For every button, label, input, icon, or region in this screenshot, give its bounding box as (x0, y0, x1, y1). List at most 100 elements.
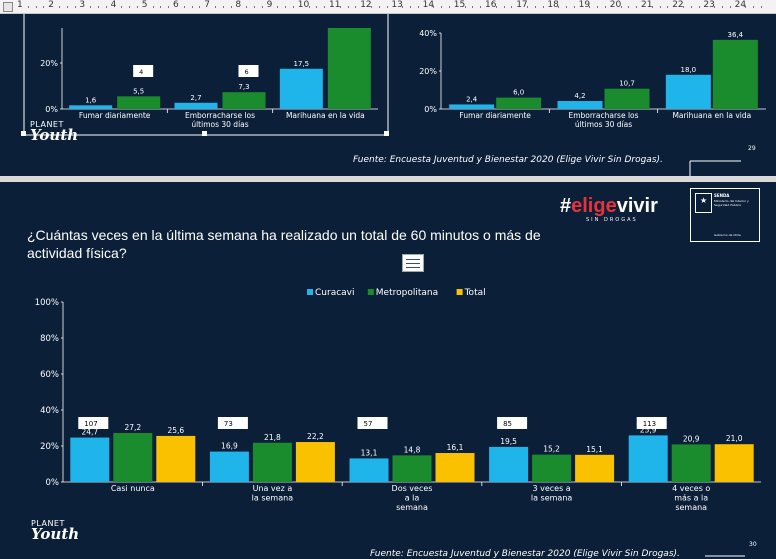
bar (209, 451, 249, 482)
ruler-tick (121, 6, 123, 8)
elige-vivir-logo: #eligevivir (560, 195, 658, 218)
bar (449, 104, 495, 109)
ruler-tick (129, 6, 131, 8)
bar (557, 101, 603, 109)
ruler-number: 16 (485, 0, 497, 10)
ruler-number: 14 (422, 0, 435, 10)
ruler-tick (43, 6, 45, 8)
y-tick-label: 20% (40, 442, 59, 452)
ruler-number: 6 (173, 0, 179, 10)
y-tick-label: 0% (45, 105, 58, 114)
gov-subtitle: Ministerio del Interior y Seguridad Públ… (714, 199, 749, 207)
bar (70, 437, 110, 482)
selection-handle (384, 131, 389, 136)
legend-swatch (307, 289, 313, 295)
y-tick-label: 60% (40, 370, 59, 380)
ruler-tick (168, 6, 170, 8)
x-category-label: Casi nunca (111, 484, 155, 493)
bar (628, 435, 668, 482)
ruler-number: 7 (204, 0, 210, 10)
slide-29[interactable]: 0% 20% 1,6 5,5 4 Fumar diariamente 2,7 7,3 6 Embo… (0, 14, 776, 176)
ruler-number: 18 (547, 0, 559, 10)
ruler-number: 12 (360, 0, 372, 10)
bar (712, 39, 758, 110)
data-label: 18,0 (681, 66, 697, 74)
ruler-tick (480, 6, 482, 8)
ruler-tick (667, 6, 669, 8)
data-label: 2,7 (190, 94, 201, 102)
ruler-tick (199, 6, 201, 8)
x-category-label: Fumar diariamente (79, 111, 151, 120)
ruler-tick (402, 6, 404, 8)
ruler-number: 3 (79, 0, 86, 10)
count-box (357, 417, 388, 429)
ruler-tick (472, 6, 474, 8)
bar (496, 97, 542, 109)
ruler-tick (74, 6, 76, 8)
ruler-number: 23 (703, 0, 715, 10)
data-label: 10,7 (619, 80, 635, 88)
x-category-label: últimos 30 días (575, 120, 632, 129)
bar (279, 68, 323, 109)
y-tick-label: 0% (424, 105, 437, 114)
ruler-tick (761, 6, 762, 8)
ruler-tick (636, 6, 638, 8)
y-tick-label: 0% (46, 478, 60, 488)
x-category-label: 4 veces o (672, 484, 710, 493)
ruler-tick (66, 6, 68, 8)
ruler-tick (714, 6, 716, 8)
data-label: 17,5 (294, 60, 310, 68)
ruler-tick (628, 6, 630, 8)
brand-vivir: vivir (616, 195, 658, 217)
count-label: 6 (245, 68, 249, 76)
data-label: 7,3 (238, 83, 249, 91)
chart-activity: 0%20%40%60%80%100%24,7 27,2 25,6107Casi nu… (35, 288, 761, 512)
ruler-number: 19 (578, 0, 591, 10)
bar (489, 446, 529, 482)
bar (174, 102, 218, 109)
data-label: 6,0 (513, 89, 524, 97)
ruler-tick (90, 6, 92, 8)
ruler-tab-selector[interactable] (3, 2, 13, 12)
screenshot-root: 1 2 3 4 5 6 7 8 9 10 11 12 13 14 15 16 17 18 19 20 21 22 23 24 … (0, 0, 776, 559)
ruler-tick (659, 6, 661, 8)
data-label: 2,4 (466, 95, 478, 103)
bar (604, 88, 650, 109)
data-label: 14,8 (404, 445, 421, 454)
bar (117, 96, 161, 109)
legend-label: Metropolitana (376, 288, 438, 298)
data-label: 27,2 (124, 423, 141, 432)
gov-shield-icon: ★ (695, 193, 712, 213)
count-label: 57 (364, 420, 373, 428)
ruler-tick (137, 6, 138, 8)
bar (665, 74, 711, 109)
data-label: 1,6 (85, 96, 97, 104)
x-category-label: más a la (674, 494, 708, 503)
ruler-number: 10 (297, 0, 310, 10)
ruler-tick (285, 6, 287, 8)
x-category-label: semana (396, 503, 428, 512)
x-category-label: 3 veces a (532, 484, 570, 493)
ruler-tick (410, 6, 411, 8)
bar (69, 105, 113, 109)
y-tick-label: 20% (40, 59, 58, 68)
ruler-tick (339, 6, 341, 8)
chart-layout-icon[interactable] (402, 254, 424, 272)
data-label: 22,2 (307, 432, 324, 441)
ruler-tick (620, 6, 622, 8)
ruler-tick (355, 6, 357, 8)
horizontal-ruler[interactable]: 1 2 3 4 5 6 7 8 9 10 11 12 13 14 15 16 17 18 19 20 21 22 23 24 (0, 0, 776, 14)
ruler-tick (27, 6, 29, 8)
data-label: 13,1 (361, 448, 378, 457)
bar (435, 453, 475, 482)
ruler-tick (160, 6, 162, 8)
selection-handle (21, 131, 26, 136)
data-label: 16,1 (447, 443, 464, 452)
ruler-number: 2 (48, 0, 54, 10)
ruler-number: 20 (609, 0, 622, 10)
data-label: 36,4 (728, 31, 744, 39)
slide-30[interactable]: ¿Cuántas veces en la última semana ha re… (0, 182, 776, 559)
ruler-tick (558, 6, 560, 8)
slide-29-charts: 0% 20% 1,6 5,5 4 Fumar diariamente 2,7 7,3 6 Embo… (21, 14, 766, 176)
bar (392, 455, 432, 482)
